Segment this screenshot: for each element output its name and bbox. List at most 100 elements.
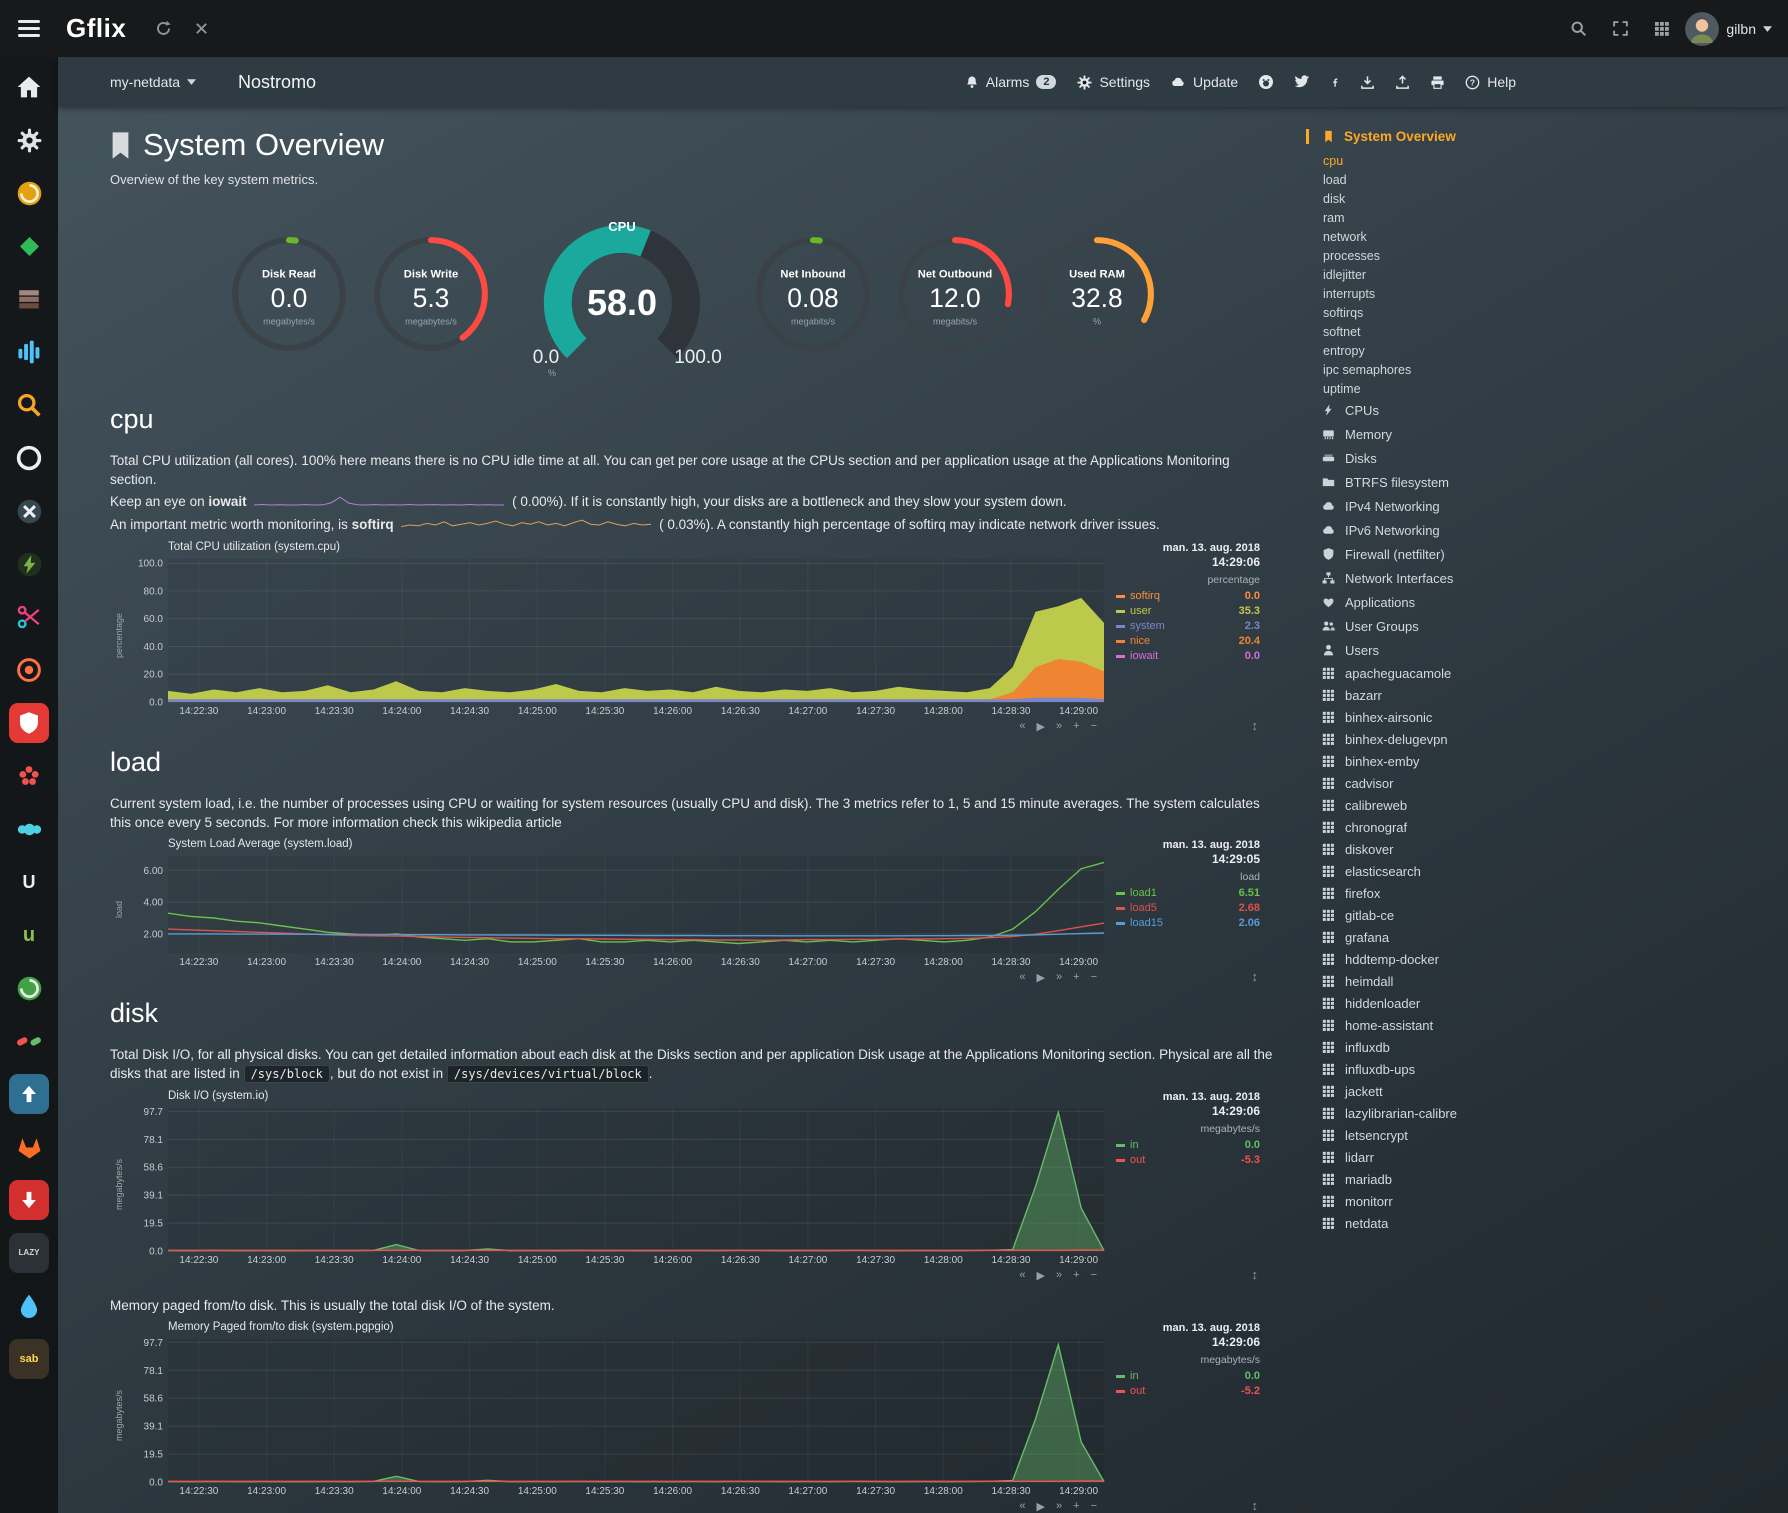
legend-item-load5[interactable]: load52.68 <box>1116 901 1260 916</box>
settings-button[interactable]: Settings <box>1076 74 1150 90</box>
pgpgio-chart[interactable]: Memory Paged from/to disk (system.pgpgio… <box>110 1321 1275 1497</box>
zoom-out-icon[interactable]: − <box>1091 1500 1097 1513</box>
app-orange-rings-icon[interactable] <box>9 650 49 690</box>
app-red-cluster-icon[interactable] <box>9 756 49 796</box>
chart-plot[interactable]: 14:22:3014:23:0014:23:3014:24:0014:24:30… <box>128 555 1108 717</box>
zoom-out-icon[interactable]: − <box>1091 971 1097 984</box>
alarms-button[interactable]: Alarms 2 <box>965 74 1057 90</box>
skip-forward-icon[interactable]: » <box>1056 971 1062 984</box>
menu-container-letsencrypt[interactable]: letsencrypt <box>1320 1124 1586 1146</box>
app-white-ring-icon[interactable] <box>9 438 49 478</box>
chart-plot[interactable]: 14:22:3014:23:0014:23:3014:24:0014:24:30… <box>128 852 1108 968</box>
menu-sub-load[interactable]: load <box>1320 170 1586 189</box>
menu-container-gitlab-ce[interactable]: gitlab-ce <box>1320 904 1586 926</box>
menu-sub-processes[interactable]: processes <box>1320 246 1586 265</box>
menu-sub-idlejitter[interactable]: idlejitter <box>1320 265 1586 284</box>
zoom-in-icon[interactable]: + <box>1073 971 1079 984</box>
resize-handle-icon[interactable]: ↕ <box>1252 1498 1259 1513</box>
menu-sub-ram[interactable]: ram <box>1320 208 1586 227</box>
app-pills-icon[interactable] <box>9 1021 49 1061</box>
app-stacked-crates-icon[interactable] <box>9 279 49 319</box>
menu-container-heimdall[interactable]: heimdall <box>1320 970 1586 992</box>
menu-container-diskover[interactable]: diskover <box>1320 838 1586 860</box>
legend-item-out[interactable]: out-5.3 <box>1116 1153 1260 1168</box>
app-orange-swirl-icon[interactable] <box>9 173 49 213</box>
app-green-u-icon[interactable]: u <box>9 915 49 955</box>
play-icon[interactable]: ▶ <box>1037 971 1045 984</box>
chart-plot[interactable]: 14:22:3014:23:0014:23:3014:24:0014:24:30… <box>128 1104 1108 1266</box>
skip-forward-icon[interactable]: » <box>1056 720 1062 733</box>
menu-container-hddtemp-docker[interactable]: hddtemp-docker <box>1320 948 1586 970</box>
app-green-ball-icon[interactable] <box>9 968 49 1008</box>
disk-io-chart[interactable]: Disk I/O (system.io) megabytes/s 14:22:3… <box>110 1090 1275 1266</box>
disk-write-gauge[interactable]: Disk Write5.3megabytes/s <box>370 233 492 358</box>
import-button[interactable] <box>1360 75 1375 90</box>
menu-sub-softirqs[interactable]: softirqs <box>1320 303 1586 322</box>
skip-back-icon[interactable]: « <box>1019 720 1025 733</box>
settings-icon[interactable] <box>9 120 49 160</box>
skip-back-icon[interactable]: « <box>1019 971 1025 984</box>
menu-container-lazylibrarian-calibre[interactable]: lazylibrarian-calibre <box>1320 1102 1586 1124</box>
zoom-in-icon[interactable]: + <box>1073 1500 1079 1513</box>
menu-container-grafana[interactable]: grafana <box>1320 926 1586 948</box>
legend-item-load15[interactable]: load152.06 <box>1116 916 1260 931</box>
print-button[interactable] <box>1430 75 1445 90</box>
menu-container-hiddenloader[interactable]: hiddenloader <box>1320 992 1586 1014</box>
used-ram-gauge[interactable]: Used RAM32.8% <box>1036 233 1158 358</box>
chart-toolbar[interactable]: «▶»+− <box>1019 1500 1097 1513</box>
cpu-utilization-chart[interactable]: Total CPU utilization (system.cpu) perce… <box>110 541 1275 717</box>
zoom-in-icon[interactable]: + <box>1073 720 1079 733</box>
server-dropdown[interactable]: my-netdata <box>110 74 196 90</box>
menu-container-influxdb[interactable]: influxdb <box>1320 1036 1586 1058</box>
fullscreen-icon[interactable] <box>1601 10 1639 48</box>
load-average-chart[interactable]: System Load Average (system.load) load 1… <box>110 838 1275 968</box>
twitter-button[interactable] <box>1294 75 1310 89</box>
legend-item-user[interactable]: user35.3 <box>1116 604 1260 619</box>
menu-container-apacheguacamole[interactable]: apacheguacamole <box>1320 662 1586 684</box>
menu-sub-softnet[interactable]: softnet <box>1320 322 1586 341</box>
menu-container-home-assistant[interactable]: home-assistant <box>1320 1014 1586 1036</box>
app-green-diamond-icon[interactable] <box>9 226 49 266</box>
chart-toolbar[interactable]: « ▶ » +− <box>1019 971 1097 984</box>
menu-btrfs-filesystem[interactable]: BTRFS filesystem <box>1320 470 1586 494</box>
menu-container-chronograf[interactable]: chronograf <box>1320 816 1586 838</box>
menu-sub-disk[interactable]: disk <box>1320 189 1586 208</box>
menu-sub-cpu[interactable]: cpu <box>1320 151 1586 170</box>
resize-handle-icon[interactable]: ↕ <box>1252 1267 1259 1282</box>
menu-firewall-netfilter-[interactable]: Firewall (netfilter) <box>1320 542 1586 566</box>
apps-grid-icon[interactable] <box>1643 10 1681 48</box>
menu-container-firefox[interactable]: firefox <box>1320 882 1586 904</box>
menu-container-lidarr[interactable]: lidarr <box>1320 1146 1586 1168</box>
app-white-u-icon[interactable]: U <box>9 862 49 902</box>
menu-system-overview[interactable]: System Overview <box>1306 129 1586 144</box>
skip-back-icon[interactable]: « <box>1019 1500 1025 1513</box>
menu-sub-interrupts[interactable]: interrupts <box>1320 284 1586 303</box>
skip-forward-icon[interactable]: » <box>1056 1269 1062 1282</box>
menu-container-binhex-delugevpn[interactable]: binhex-delugevpn <box>1320 728 1586 750</box>
app-search-icon[interactable] <box>9 385 49 425</box>
close-tab-icon[interactable] <box>182 10 220 48</box>
zoom-out-icon[interactable]: − <box>1091 1269 1097 1282</box>
menu-memory[interactable]: Memory <box>1320 422 1586 446</box>
user-menu[interactable]: gilbn <box>1685 12 1772 46</box>
refresh-icon[interactable] <box>144 10 182 48</box>
app-gitlab-fox-icon[interactable] <box>9 1127 49 1167</box>
update-button[interactable]: Update <box>1170 74 1238 90</box>
app-lazylibrarian-icon[interactable]: LAZY <box>9 1233 49 1273</box>
zoom-out-icon[interactable]: − <box>1091 720 1097 733</box>
menu-container-jackett[interactable]: jackett <box>1320 1080 1586 1102</box>
menu-sub-network[interactable]: network <box>1320 227 1586 246</box>
app-active-shield-icon[interactable] <box>9 703 49 743</box>
menu-user-groups[interactable]: User Groups <box>1320 614 1586 638</box>
zoom-in-icon[interactable]: + <box>1073 1269 1079 1282</box>
menu-container-netdata[interactable]: netdata <box>1320 1212 1586 1234</box>
app-blue-up-icon[interactable] <box>9 1074 49 1114</box>
home-icon[interactable] <box>9 67 49 107</box>
net-outbound-gauge[interactable]: Net Outbound12.0megabits/s <box>894 233 1016 358</box>
menu-container-bazarr[interactable]: bazarr <box>1320 684 1586 706</box>
legend-item-in[interactable]: in0.0 <box>1116 1138 1260 1153</box>
app-blue-drop-icon[interactable] <box>9 1286 49 1326</box>
menu-network-interfaces[interactable]: Network Interfaces <box>1320 566 1586 590</box>
menu-container-binhex-emby[interactable]: binhex-emby <box>1320 750 1586 772</box>
legend-item-system[interactable]: system2.3 <box>1116 619 1260 634</box>
